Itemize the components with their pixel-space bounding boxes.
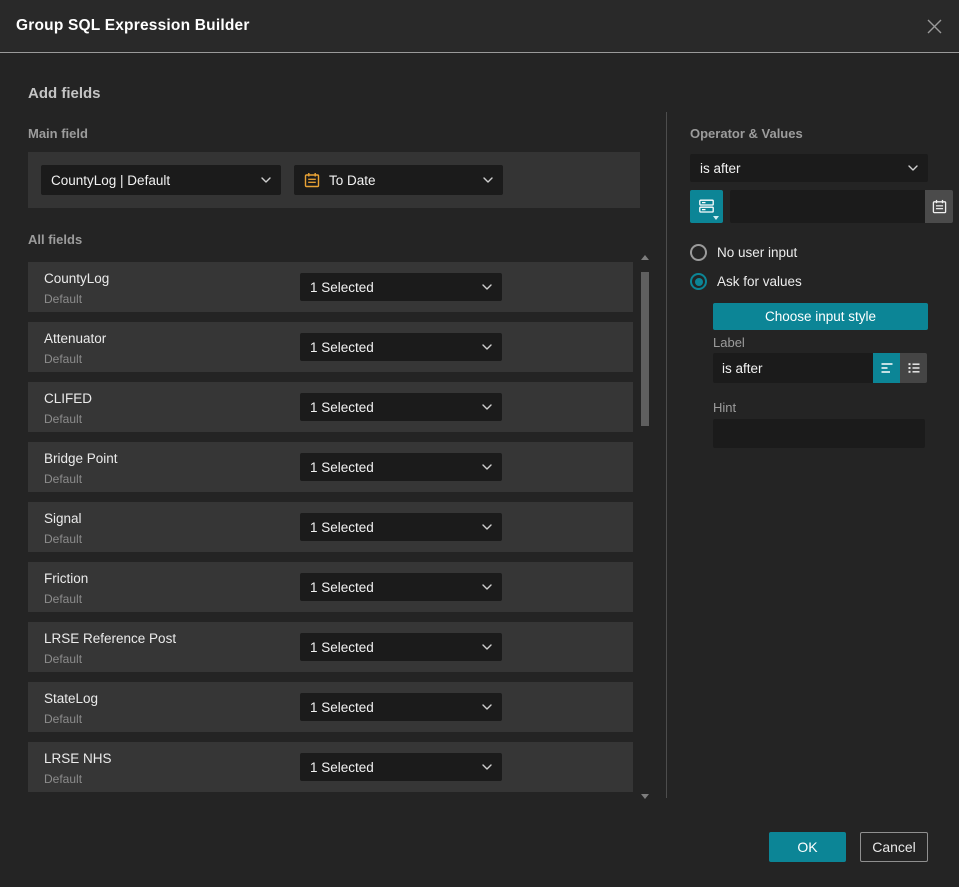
close-button[interactable]: [924, 16, 945, 37]
chevron-down-icon: [713, 216, 719, 220]
date-field-select-value: To Date: [329, 172, 376, 188]
label-label: Label: [713, 335, 745, 350]
operator-values-label: Operator & Values: [690, 126, 803, 141]
hint-input[interactable]: [713, 419, 925, 448]
chevron-down-icon: [482, 704, 492, 710]
field-values-select-value: 1 Selected: [310, 339, 374, 355]
chevron-down-icon: [482, 584, 492, 590]
label-style-list-button[interactable]: [900, 353, 927, 383]
all-fields-label: All fields: [28, 232, 83, 247]
chevron-down-icon: [482, 284, 492, 290]
field-row: LRSE NHS Default 1 Selected: [28, 742, 633, 792]
field-values-select[interactable]: 1 Selected: [300, 633, 502, 661]
main-field-select-value: CountyLog | Default: [51, 172, 171, 188]
field-values-select-value: 1 Selected: [310, 459, 374, 475]
field-values-select[interactable]: 1 Selected: [300, 753, 502, 781]
chevron-down-icon: [482, 644, 492, 650]
field-values-select-value: 1 Selected: [310, 639, 374, 655]
cancel-button[interactable]: Cancel: [860, 832, 928, 862]
scroll-up-arrow-icon[interactable]: [641, 255, 649, 260]
scrollbar-thumb[interactable]: [641, 272, 649, 426]
group-sql-expression-builder-dialog: Group SQL Expression Builder Add fields …: [0, 0, 959, 887]
chevron-down-icon: [908, 165, 918, 171]
panel-divider: [666, 112, 667, 798]
field-row: Signal Default 1 Selected: [28, 502, 633, 552]
add-fields-heading: Add fields: [28, 85, 101, 102]
date-field-select[interactable]: To Date: [294, 165, 503, 195]
input-type-button[interactable]: [690, 190, 723, 223]
dialog-footer: OK Cancel: [769, 832, 928, 862]
ok-button[interactable]: OK: [769, 832, 846, 862]
field-values-select[interactable]: 1 Selected: [300, 393, 502, 421]
field-values-select[interactable]: 1 Selected: [300, 513, 502, 541]
operator-select-value: is after: [700, 160, 741, 176]
chevron-down-icon: [482, 344, 492, 350]
field-values-select-value: 1 Selected: [310, 579, 374, 595]
field-values-select[interactable]: 1 Selected: [300, 693, 502, 721]
calendar-icon: [304, 172, 320, 188]
calendar-icon: [932, 199, 946, 214]
field-row: CountyLog Default 1 Selected: [28, 262, 633, 312]
date-picker-button[interactable]: [925, 190, 953, 223]
choose-input-style-button[interactable]: Choose input style: [713, 303, 928, 330]
field-values-select-value: 1 Selected: [310, 279, 374, 295]
close-icon: [927, 19, 942, 34]
label-input[interactable]: [713, 353, 873, 383]
label-style-text-button[interactable]: [873, 353, 900, 383]
chevron-down-icon: [261, 177, 271, 183]
radio-icon: [690, 273, 707, 290]
radio-ask-for-values[interactable]: Ask for values: [690, 273, 802, 290]
chevron-down-icon: [483, 177, 493, 183]
main-field-select[interactable]: CountyLog | Default: [41, 165, 281, 195]
scroll-down-arrow-icon[interactable]: [641, 794, 649, 799]
chevron-down-icon: [482, 524, 492, 530]
field-values-select[interactable]: 1 Selected: [300, 273, 502, 301]
field-row: Bridge Point Default 1 Selected: [28, 442, 633, 492]
chevron-down-icon: [482, 404, 492, 410]
field-row: StateLog Default 1 Selected: [28, 682, 633, 732]
radio-icon: [690, 244, 707, 261]
bullet-list-icon: [908, 363, 919, 373]
chevron-down-icon: [482, 764, 492, 770]
dialog-title: Group SQL Expression Builder: [16, 17, 250, 34]
field-row: LRSE Reference Post Default 1 Selected: [28, 622, 633, 672]
chevron-down-icon: [482, 464, 492, 470]
hint-label: Hint: [713, 400, 737, 415]
value-input[interactable]: [730, 190, 925, 223]
all-fields-list: CountyLog Default 1 Selected Attenuator …: [28, 262, 633, 802]
field-values-select[interactable]: 1 Selected: [300, 453, 502, 481]
operator-select[interactable]: is after: [690, 154, 928, 182]
field-row: Friction Default 1 Selected: [28, 562, 633, 612]
radio-no-user-input[interactable]: No user input: [690, 244, 797, 261]
field-values-select[interactable]: 1 Selected: [300, 333, 502, 361]
fields-scrollbar[interactable]: [640, 253, 651, 801]
field-values-select[interactable]: 1 Selected: [300, 573, 502, 601]
main-field-box: CountyLog | Default To Date: [28, 152, 640, 208]
main-field-label: Main field: [28, 126, 88, 141]
field-values-select-value: 1 Selected: [310, 759, 374, 775]
field-values-select-value: 1 Selected: [310, 519, 374, 535]
field-values-select-value: 1 Selected: [310, 399, 374, 415]
field-row: Attenuator Default 1 Selected: [28, 322, 633, 372]
stacked-input-icon: [699, 199, 714, 213]
align-left-icon: [881, 363, 892, 373]
label-input-row: [713, 353, 928, 383]
radio-label: No user input: [717, 245, 798, 260]
field-values-select-value: 1 Selected: [310, 699, 374, 715]
dialog-header: Group SQL Expression Builder: [0, 0, 959, 52]
field-row: CLIFED Default 1 Selected: [28, 382, 633, 432]
value-input-row: [690, 190, 953, 223]
radio-label: Ask for values: [717, 274, 802, 289]
header-divider: [0, 52, 959, 53]
